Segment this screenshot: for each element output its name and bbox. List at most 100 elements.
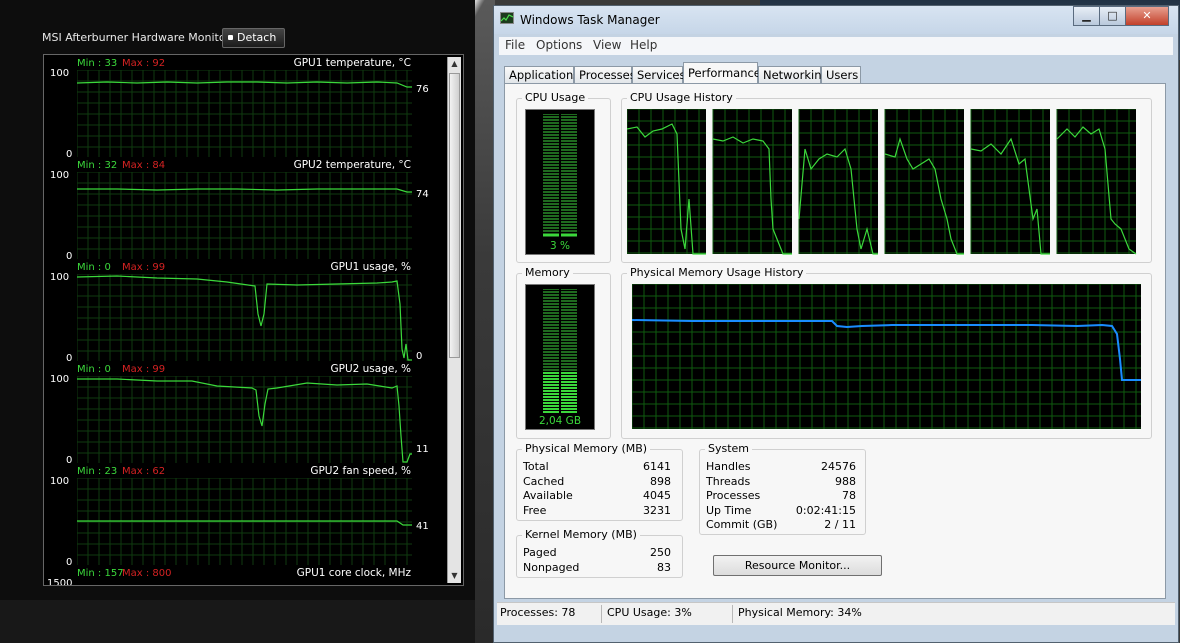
memory-meter-segment <box>561 399 577 401</box>
task-manager-icon <box>500 12 514 24</box>
stat-row: Commit (GB) 2 / 11 <box>706 518 871 531</box>
stat-name: Up Time <box>706 504 752 517</box>
stat-name: Total <box>523 460 549 473</box>
tab-networking[interactable]: Networking <box>758 66 829 83</box>
memory-meter-segment <box>543 372 559 374</box>
graph-min-label: Min : 157 <box>77 568 124 579</box>
cpu-core-history <box>884 109 964 255</box>
system-group: System Handles 24576 Threads 988 Processes… <box>699 442 866 535</box>
stat-name: Processes <box>706 489 761 502</box>
menu-bar: File Options View Help <box>499 37 1173 55</box>
maximize-button[interactable]: □ <box>1099 6 1126 26</box>
tab-performance[interactable]: Performance <box>683 62 761 84</box>
memory-value: 2,04 GB <box>538 415 582 427</box>
close-button[interactable]: ✕ <box>1125 6 1169 26</box>
cpu-history-label: CPU Usage History <box>627 91 736 104</box>
memory-label: Memory <box>522 266 573 279</box>
graph-current-value: 11 <box>416 444 429 455</box>
memory-meter-segment <box>561 387 577 389</box>
memory-meter-segment <box>543 381 559 383</box>
memory-meter-segment <box>561 372 577 374</box>
detach-label: Detach <box>237 31 277 44</box>
graph-min-label: Min : 32 <box>77 160 118 171</box>
detach-icon <box>228 35 233 40</box>
tab-processes[interactable]: Processes <box>574 66 636 83</box>
memory-meter-segment <box>561 402 577 404</box>
afterburner-header: MSI Afterburner Hardware Monitor Detach <box>42 28 462 48</box>
status-divider <box>601 605 602 623</box>
graph-plot <box>77 172 412 259</box>
graph-min-label: Min : 0 <box>77 364 111 375</box>
cpu-core-history <box>970 109 1050 255</box>
graph-title: GPU2 usage, % <box>330 363 411 375</box>
memory-meter-segment <box>561 411 577 413</box>
graph-plot <box>77 274 412 361</box>
graph-max-label: Max : 84 <box>122 160 166 171</box>
tab-users[interactable]: Users <box>821 66 861 83</box>
physical-memory-label: Physical Memory (MB) <box>522 442 651 455</box>
stat-row: Paged 250 <box>523 546 688 559</box>
status-cpu-usage: CPU Usage: 3% <box>607 606 692 619</box>
title-bar[interactable]: Windows Task Manager ▁ □ ✕ <box>494 6 1178 34</box>
graph-gpu1-temperature: Min : 33 Max : 92 GPU1 temperature, °C 1… <box>44 55 449 160</box>
stat-name: Free <box>523 504 547 517</box>
stat-value: 6141 <box>643 460 671 473</box>
hardware-monitor-graphs[interactable]: Min : 33 Max : 92 GPU1 temperature, °C 1… <box>43 54 464 586</box>
graph-title: GPU1 temperature, °C <box>293 57 411 69</box>
stat-row: Cached 898 <box>523 475 688 488</box>
stat-name: Handles <box>706 460 751 473</box>
stat-value: 898 <box>650 475 671 488</box>
menu-file[interactable]: File <box>505 38 525 52</box>
scroll-down-icon[interactable]: ▼ <box>448 569 461 583</box>
graph-max-label: Max : 62 <box>122 466 166 477</box>
stat-row: Handles 24576 <box>706 460 871 473</box>
graph-min-label: Min : 23 <box>77 466 118 477</box>
graph-current-value: 76 <box>416 84 429 95</box>
stat-name: Nonpaged <box>523 561 580 574</box>
menu-view[interactable]: View <box>593 38 621 52</box>
graph-ymax-label: 100 <box>50 272 70 283</box>
stat-row: Up Time 0:02:41:15 <box>706 504 871 517</box>
cpu-usage-meter: 3 % <box>525 109 595 255</box>
graph-max-label: Max : 99 <box>122 364 166 375</box>
resource-monitor-button[interactable]: Resource Monitor... <box>713 555 882 576</box>
stat-name: Commit (GB) <box>706 518 778 531</box>
kernel-memory-group: Kernel Memory (MB) Paged 250 Nonpaged 83 <box>516 528 683 578</box>
graph-title: GPU2 temperature, °C <box>293 159 411 171</box>
stat-value: 83 <box>657 561 671 574</box>
tab-services[interactable]: Services <box>632 66 686 83</box>
stat-name: Paged <box>523 546 557 559</box>
detach-button[interactable]: Detach <box>222 28 286 48</box>
tab-applications[interactable]: Applications <box>504 66 579 83</box>
memory-group: Memory 2,04 GB <box>516 266 611 439</box>
graph-min-label: Min : 0 <box>77 262 111 273</box>
memory-history-group: Physical Memory Usage History <box>621 266 1152 439</box>
cpu-usage-group: CPU Usage 3 % <box>516 91 611 263</box>
stat-row: Processes 78 <box>706 489 871 502</box>
cpu-core-history <box>1056 109 1137 255</box>
stat-value: 250 <box>650 546 671 559</box>
graph-title: GPU1 usage, % <box>330 261 411 273</box>
status-physical-memory: Physical Memory: 34% <box>738 606 862 619</box>
graph-gpu1-core-clock: Min : 157 Max : 800 GPU1 core clock, MHz… <box>44 565 449 585</box>
scrollbar-thumb[interactable] <box>449 73 460 358</box>
memory-meter: 2,04 GB <box>525 284 595 430</box>
afterburner-scrollbar[interactable]: ▲ ▼ <box>447 57 461 583</box>
menu-help[interactable]: Help <box>630 38 657 52</box>
scroll-up-icon[interactable]: ▲ <box>448 57 461 71</box>
memory-meter-segment <box>543 378 559 380</box>
menu-options[interactable]: Options <box>536 38 582 52</box>
stat-value: 4045 <box>643 489 671 502</box>
memory-meter-segment <box>543 375 559 377</box>
memory-meter-segment <box>543 402 559 404</box>
stat-name: Cached <box>523 475 565 488</box>
graph-plot <box>77 70 412 157</box>
stat-row: Threads 988 <box>706 475 871 488</box>
afterburner-window: MSI Afterburner Hardware Monitor Detach … <box>0 0 475 643</box>
cpu-usage-value: 3 % <box>550 240 570 252</box>
memory-history-label: Physical Memory Usage History <box>627 266 807 279</box>
memory-meter-segment <box>543 387 559 389</box>
minimize-button[interactable]: ▁ <box>1073 6 1100 26</box>
memory-meter-segment <box>543 411 559 413</box>
status-bar: Processes: 78 CPU Usage: 3% Physical Mem… <box>497 602 1175 625</box>
